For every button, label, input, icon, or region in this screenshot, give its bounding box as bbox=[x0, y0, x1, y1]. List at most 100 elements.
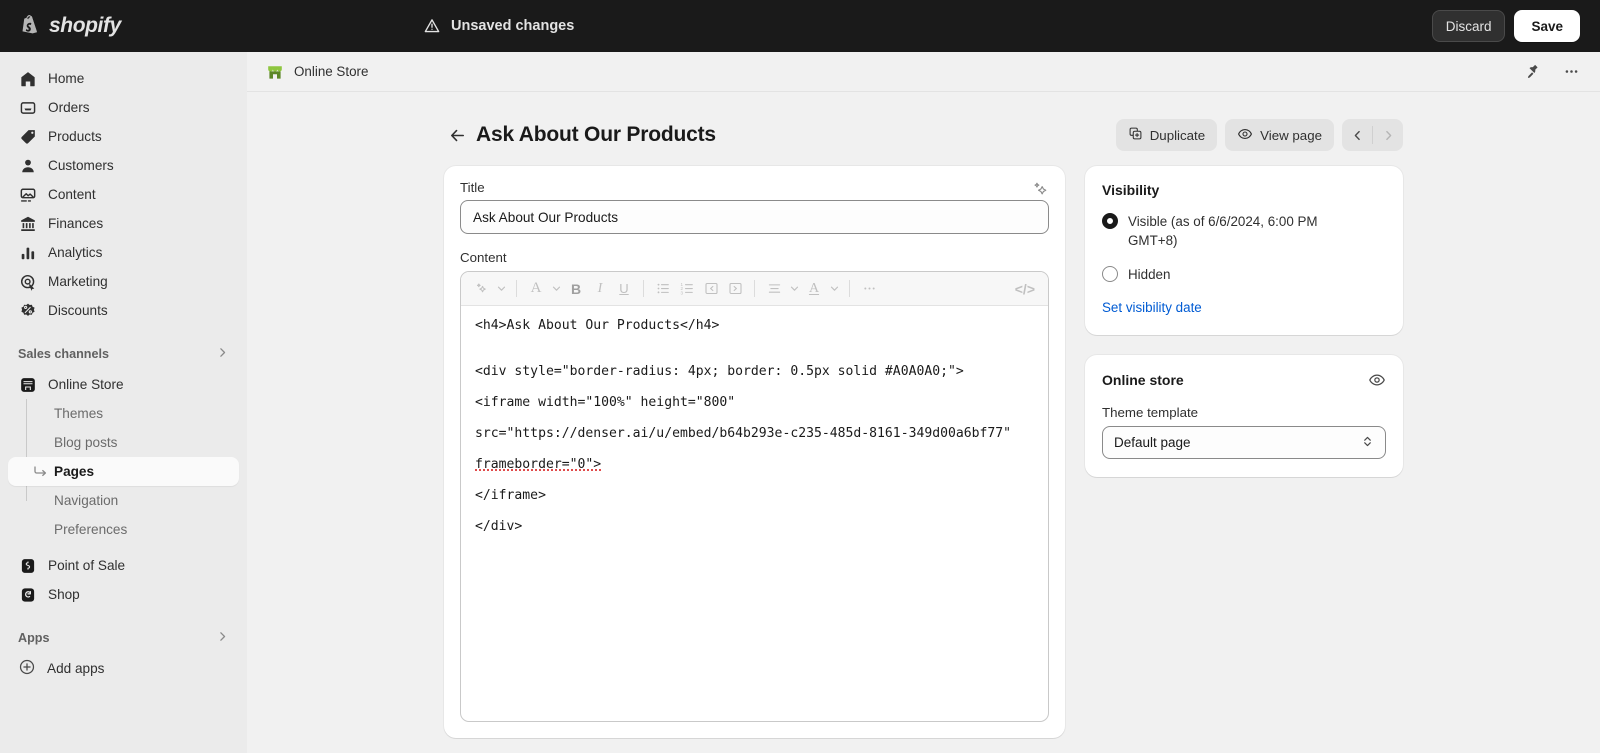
discount-badge-icon bbox=[18, 301, 37, 320]
channel-topbar-actions bbox=[1522, 61, 1582, 83]
numbered-list-icon[interactable]: 123 bbox=[676, 277, 698, 301]
sub-item-label: Pages bbox=[54, 464, 94, 479]
channel-topbar: Online Store bbox=[247, 52, 1600, 92]
sales-channels-section-header[interactable]: Sales channels bbox=[8, 343, 239, 365]
content-label: Content bbox=[460, 250, 1049, 265]
code-brackets-icon[interactable]: </> bbox=[1011, 281, 1039, 297]
sales-channels-label: Sales channels bbox=[18, 347, 109, 361]
online-store-chip[interactable]: Online Store bbox=[265, 62, 368, 82]
sidebar-item-products[interactable]: Products bbox=[8, 122, 239, 151]
sub-item-label: Blog posts bbox=[54, 435, 117, 450]
sidebar-item-content[interactable]: Content bbox=[8, 180, 239, 209]
sidebar-item-label: Products bbox=[48, 129, 102, 144]
sidebar-item-blog-posts[interactable]: Blog posts bbox=[8, 428, 239, 457]
discard-button[interactable]: Discard bbox=[1432, 10, 1506, 42]
green-storefront-icon bbox=[265, 62, 285, 82]
main-sidebar: Home Orders Products Customers bbox=[0, 52, 247, 753]
chevron-right-icon bbox=[216, 630, 229, 646]
sub-item-label: Themes bbox=[54, 406, 103, 421]
finances-bank-icon bbox=[18, 214, 37, 233]
secondary-column: Visibility Visible (as of 6/6/2024, 6:00… bbox=[1085, 166, 1403, 477]
next-page-button[interactable] bbox=[1373, 119, 1403, 151]
toolbar-divider bbox=[849, 280, 850, 297]
pin-icon[interactable] bbox=[1522, 61, 1544, 83]
product-tag-icon bbox=[18, 127, 37, 146]
chevron-down-icon[interactable] bbox=[549, 277, 563, 301]
sidebar-item-discounts[interactable]: Discounts bbox=[8, 296, 239, 325]
ellipsis-horizontal-icon[interactable] bbox=[1560, 61, 1582, 83]
sidebar-item-shop[interactable]: Shop bbox=[8, 580, 239, 609]
back-button[interactable] bbox=[444, 122, 470, 148]
toolbar-divider bbox=[754, 280, 755, 297]
font-size-A-icon[interactable]: A bbox=[525, 277, 547, 301]
page-pagination bbox=[1342, 119, 1403, 151]
page-scroll-area: Ask About Our Products Duplicate bbox=[247, 92, 1600, 753]
analytics-bars-icon bbox=[18, 243, 37, 262]
apps-section-header[interactable]: Apps bbox=[8, 627, 239, 649]
sidebar-item-preferences[interactable]: Preferences bbox=[8, 515, 239, 544]
previous-page-button[interactable] bbox=[1342, 119, 1372, 151]
italic-button[interactable]: I bbox=[589, 277, 611, 301]
radio-visible[interactable] bbox=[1102, 213, 1118, 229]
sidebar-item-online-store[interactable]: Online Store bbox=[8, 370, 239, 399]
view-page-button[interactable]: View page bbox=[1225, 119, 1334, 151]
global-topbar: shopify Unsaved changes Discard Save bbox=[0, 0, 1600, 52]
chevron-down-icon[interactable] bbox=[827, 277, 841, 301]
code-line-7: </iframe> bbox=[475, 488, 546, 503]
ai-sparkle-icon[interactable] bbox=[1031, 180, 1049, 198]
set-visibility-date-link[interactable]: Set visibility date bbox=[1102, 300, 1202, 315]
sidebar-item-point-of-sale[interactable]: Point of Sale bbox=[8, 551, 239, 580]
bold-button[interactable]: B bbox=[565, 277, 587, 301]
ai-sparkle-icon[interactable] bbox=[470, 277, 492, 301]
sidebar-item-pages[interactable]: Pages bbox=[8, 457, 239, 486]
text-align-icon[interactable] bbox=[763, 277, 785, 301]
text-color-A-icon[interactable]: A bbox=[803, 277, 825, 301]
online-store-card-title: Online store bbox=[1102, 372, 1184, 388]
content-image-icon bbox=[18, 185, 37, 204]
sidebar-item-themes[interactable]: Themes bbox=[8, 399, 239, 428]
indent-icon[interactable] bbox=[724, 277, 746, 301]
sidebar-item-customers[interactable]: Customers bbox=[8, 151, 239, 180]
online-store-card: Online store Theme template Default page bbox=[1085, 355, 1403, 477]
online-store-chip-label: Online Store bbox=[294, 64, 368, 79]
visibility-hidden-label: Hidden bbox=[1128, 265, 1170, 284]
visibility-option-visible[interactable]: Visible (as of 6/6/2024, 6:00 PM GMT+8) bbox=[1102, 212, 1386, 251]
sidebar-item-orders[interactable]: Orders bbox=[8, 93, 239, 122]
bulleted-list-icon[interactable] bbox=[652, 277, 674, 301]
ellipsis-horizontal-icon[interactable] bbox=[858, 277, 880, 301]
sidebar-item-analytics[interactable]: Analytics bbox=[8, 238, 239, 267]
topbar-actions: Discard Save bbox=[1432, 0, 1580, 52]
duplicate-label: Duplicate bbox=[1150, 128, 1205, 143]
primary-column: Title Content bbox=[444, 166, 1065, 738]
code-line-6: frameborder="0"> bbox=[475, 457, 601, 472]
theme-template-select[interactable]: Default page bbox=[1102, 426, 1386, 459]
sidebar-item-finances[interactable]: Finances bbox=[8, 209, 239, 238]
sidebar-item-add-apps[interactable]: Add apps bbox=[8, 654, 239, 683]
online-store-subnav: Themes Blog posts Pages Navigation Prefe… bbox=[0, 399, 247, 544]
visibility-option-hidden[interactable]: Hidden bbox=[1102, 265, 1386, 284]
eye-icon[interactable] bbox=[1368, 371, 1386, 389]
sidebar-item-navigation[interactable]: Navigation bbox=[8, 486, 239, 515]
customer-person-icon bbox=[18, 156, 37, 175]
plus-circle-icon bbox=[18, 658, 36, 679]
apps-label: Apps bbox=[18, 631, 49, 645]
online-store-icon bbox=[18, 375, 37, 394]
sidebar-item-label: Shop bbox=[48, 587, 80, 602]
underline-button[interactable]: U bbox=[613, 277, 635, 301]
sidebar-item-marketing[interactable]: Marketing bbox=[8, 267, 239, 296]
title-input[interactable] bbox=[460, 200, 1049, 234]
unsaved-changes-label: Unsaved changes bbox=[451, 18, 574, 34]
shopify-brand[interactable]: shopify bbox=[0, 14, 247, 38]
marketing-target-icon bbox=[18, 272, 37, 291]
content-code-area[interactable]: <h4>Ask About Our Products</h4> <div sty… bbox=[461, 306, 1048, 721]
sidebar-item-home[interactable]: Home bbox=[8, 64, 239, 93]
save-button[interactable]: Save bbox=[1514, 10, 1580, 42]
duplicate-button[interactable]: Duplicate bbox=[1116, 119, 1217, 151]
chevron-down-icon[interactable] bbox=[494, 277, 508, 301]
radio-hidden[interactable] bbox=[1102, 266, 1118, 282]
sidebar-item-label: Online Store bbox=[48, 377, 124, 392]
toolbar-divider bbox=[643, 280, 644, 297]
chevron-down-icon[interactable] bbox=[787, 277, 801, 301]
outdent-icon[interactable] bbox=[700, 277, 722, 301]
chevron-right-icon bbox=[216, 346, 229, 362]
